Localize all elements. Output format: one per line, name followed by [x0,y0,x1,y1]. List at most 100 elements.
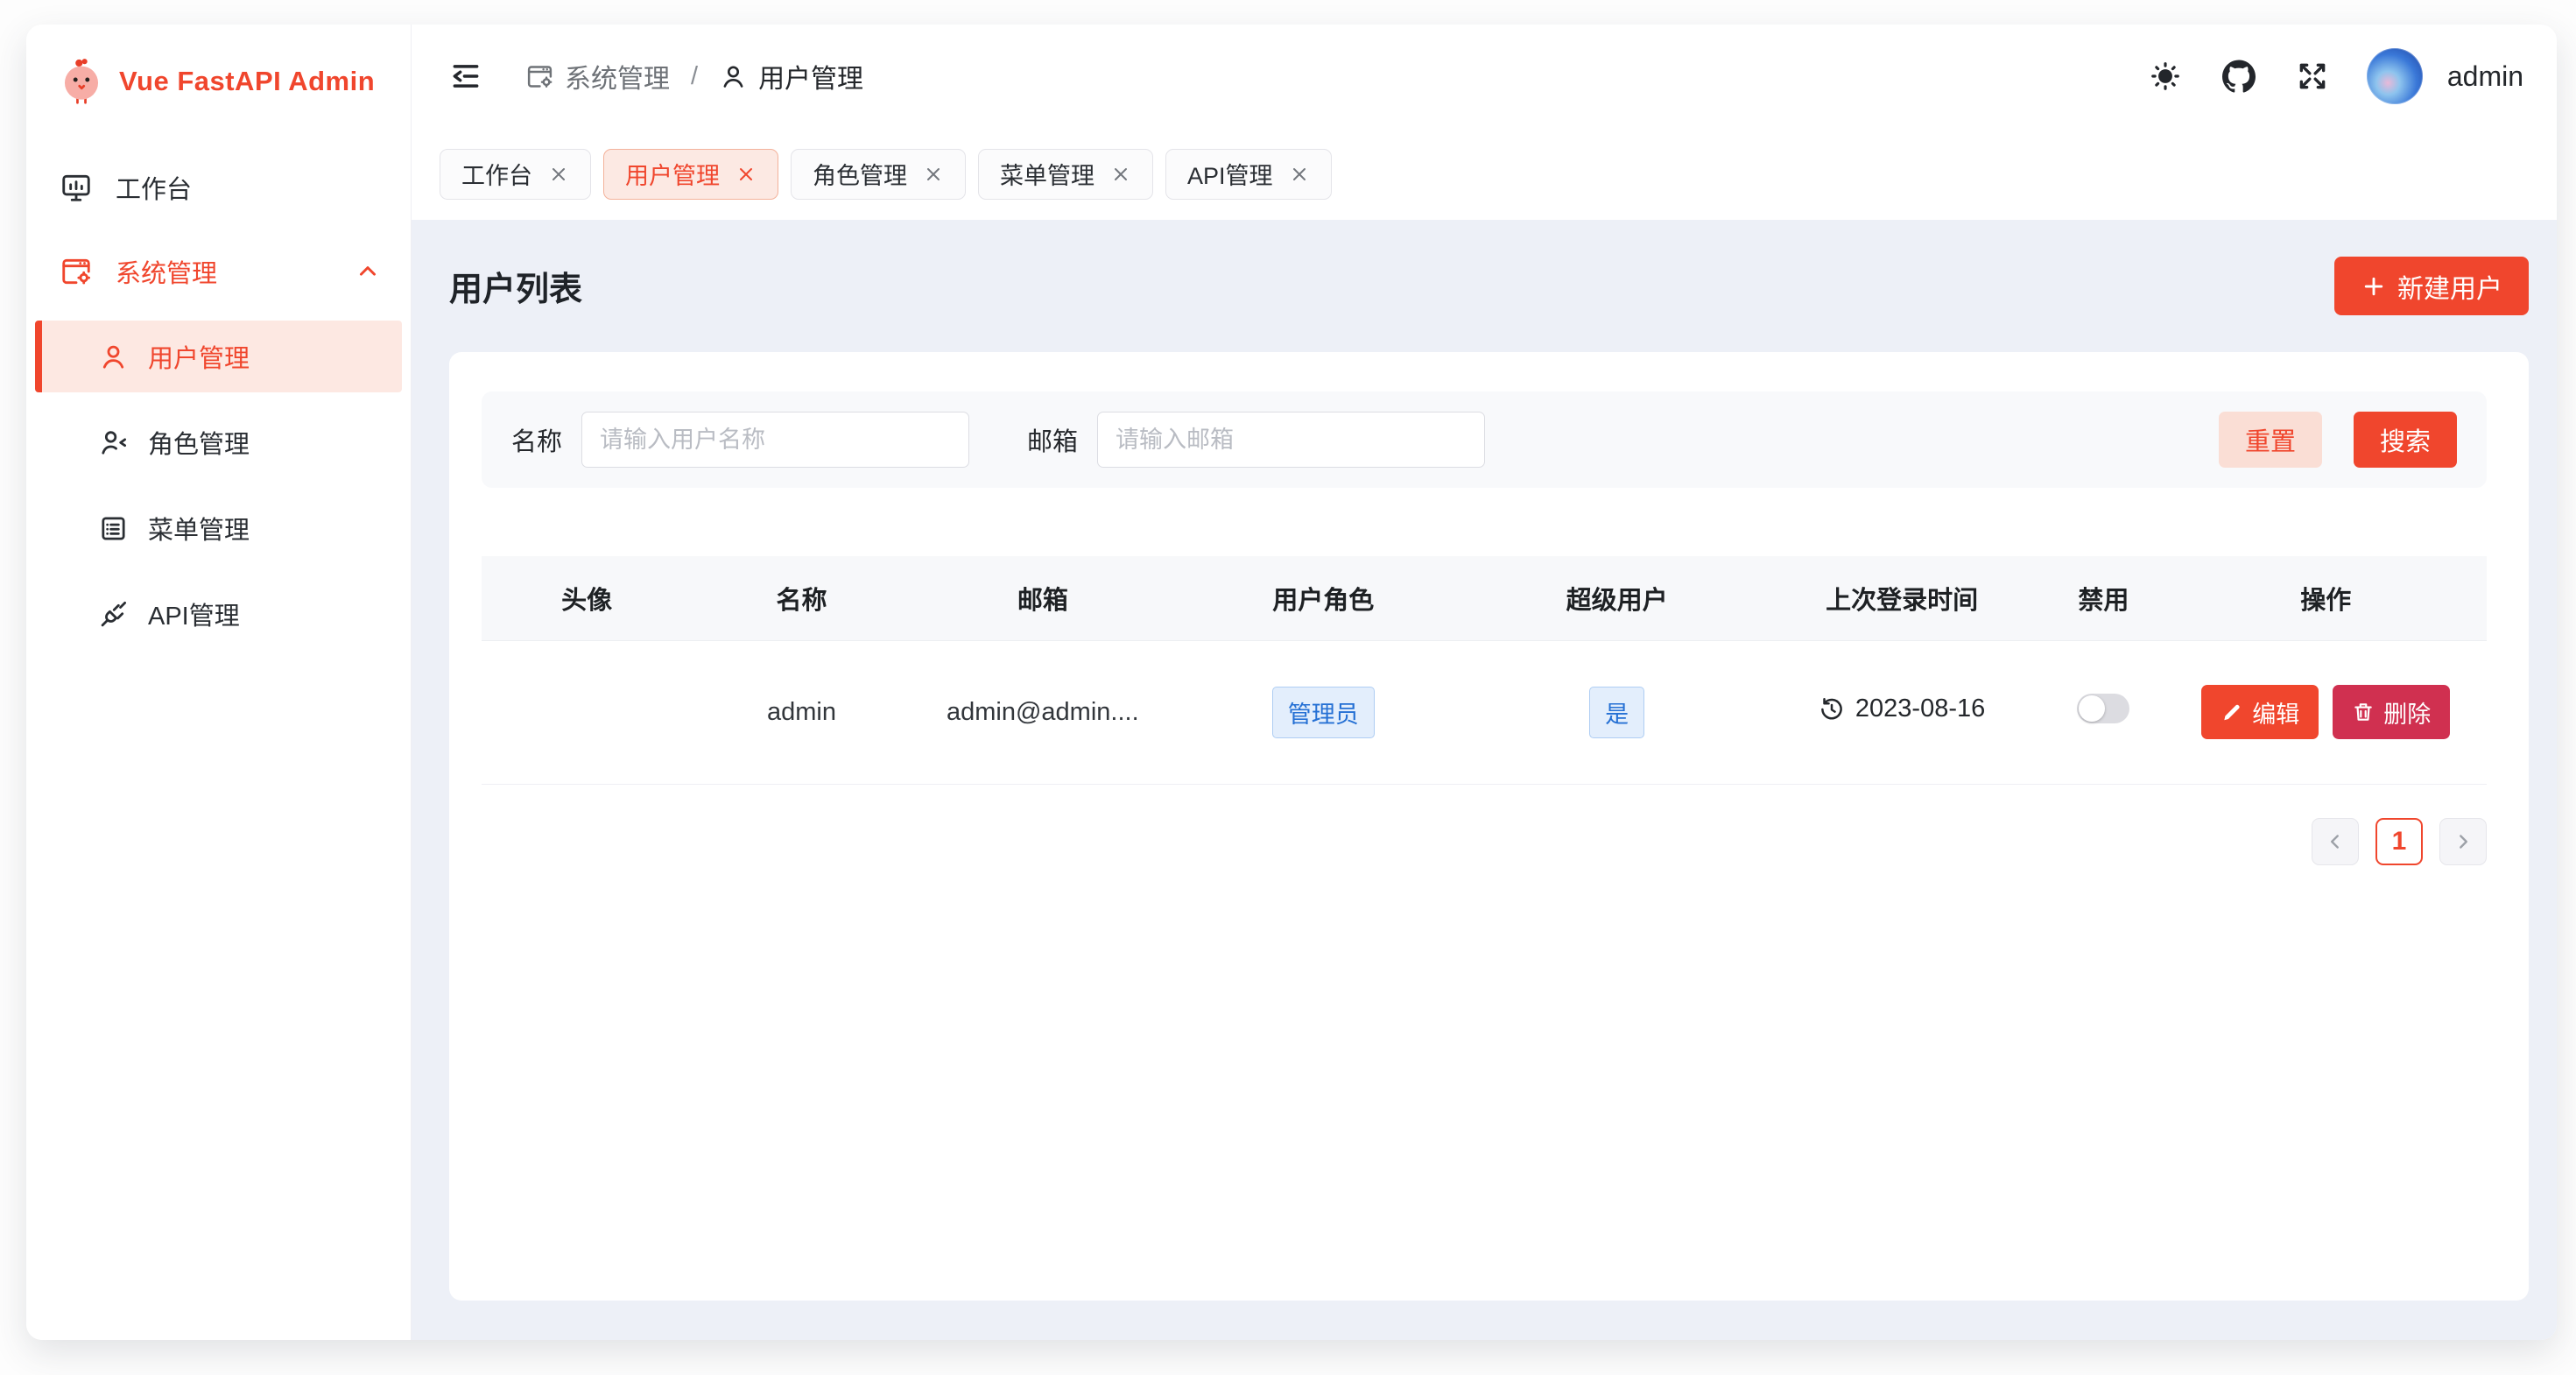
app-window: Vue FastAPI Admin 工作台 [26,25,2557,1340]
close-icon[interactable] [735,164,757,185]
breadcrumb-separator: / [691,62,698,91]
history-clock-icon [1819,696,1845,723]
search-button[interactable]: 搜索 [2354,412,2457,468]
chevron-left-icon [2324,830,2347,853]
content-area: 用户列表 新建用户 名称 邮箱 重置 搜索 [412,220,2557,1340]
topbar-actions: admin [2146,48,2523,104]
tab-label: 用户管理 [625,157,720,191]
column-header-superuser: 超级用户 [1472,556,1761,640]
collapse-sidebar-icon[interactable] [447,57,485,95]
column-header-email: 邮箱 [911,556,1174,640]
page-title: 用户列表 [449,262,582,310]
tab-label: API管理 [1187,157,1273,191]
next-page-button[interactable] [2439,818,2487,865]
main-area: 系统管理 / 用户管理 [412,25,2557,1340]
avatar[interactable] [2367,48,2423,104]
plug-icon [98,599,129,630]
reset-button[interactable]: 重置 [2219,412,2322,468]
users-table: 头像 名称 邮箱 用户角色 超级用户 上次登录时间 禁用 操作 [482,556,2487,785]
close-icon[interactable] [1289,164,1310,185]
column-header-last-login: 上次登录时间 [1762,556,2042,640]
app-title: Vue FastAPI Admin [119,66,375,97]
column-header-actions: 操作 [2164,556,2487,640]
pagination: 1 [482,818,2487,865]
window-gear-icon [525,62,554,91]
disabled-toggle[interactable] [2077,694,2129,723]
table-header-row: 头像 名称 邮箱 用户角色 超级用户 上次登录时间 禁用 操作 [482,556,2487,640]
logo-chicken-icon [56,54,107,109]
cell-avatar [482,640,692,784]
email-filter-input[interactable] [1097,412,1485,468]
content-card: 名称 邮箱 重置 搜索 [449,352,2529,1301]
last-login-date: 2023-08-16 [1855,695,1985,723]
previous-page-button[interactable] [2312,818,2359,865]
filter-panel: 名称 邮箱 重置 搜索 [482,391,2487,488]
sidebar: Vue FastAPI Admin 工作台 [26,25,412,1340]
sidebar-item-label: 系统管理 [116,253,217,290]
sidebar-submenu: 用户管理 角色管理 [26,314,411,657]
sidebar-item-label: 菜单管理 [148,510,250,546]
github-icon[interactable] [2220,57,2258,95]
username[interactable]: admin [2447,60,2523,93]
trash-icon [2352,701,2375,723]
close-icon[interactable] [548,164,569,185]
cell-actions: 编辑 删除 [2164,640,2487,784]
window-gear-icon [60,255,93,288]
name-filter-label: 名称 [511,421,562,458]
breadcrumb-system-management[interactable]: 系统管理 [525,57,670,95]
sidebar-item-system-management[interactable]: 系统管理 [26,236,411,307]
cell-superuser: 是 [1472,640,1761,784]
user-icon [719,62,748,91]
breadcrumb-label: 系统管理 [565,57,670,95]
chevron-right-icon [2452,830,2474,853]
column-header-disabled: 禁用 [2042,556,2164,640]
sidebar-item-user-management[interactable]: 用户管理 [35,321,402,392]
menu-list-icon [98,513,129,544]
email-filter-label: 邮箱 [1027,421,1078,458]
breadcrumb-user-management[interactable]: 用户管理 [719,57,863,95]
edit-button[interactable]: 编辑 [2201,685,2319,739]
role-icon [98,427,129,458]
topbar: 系统管理 / 用户管理 [412,25,2557,128]
close-icon[interactable] [1110,164,1131,185]
cell-last-login: 2023-08-16 [1762,640,2042,784]
cell-name: admin [692,640,911,784]
theme-sun-icon[interactable] [2146,57,2185,95]
tab-role-management[interactable]: 角色管理 [791,149,966,200]
tab-user-management[interactable]: 用户管理 [603,149,778,200]
logo[interactable]: Vue FastAPI Admin [26,25,411,138]
tab-menu-management[interactable]: 菜单管理 [978,149,1153,200]
sidebar-item-label: 角色管理 [148,424,250,461]
screen: Vue FastAPI Admin 工作台 [0,0,2576,1375]
superuser-tag: 是 [1589,687,1644,738]
sidebar-item-label: API管理 [148,596,240,632]
fullscreen-icon[interactable] [2293,57,2332,95]
user-icon [98,342,129,372]
plus-icon [2361,273,2387,300]
monitor-icon [60,171,93,204]
pencil-icon [2221,701,2243,723]
sidebar-item-menu-management[interactable]: 菜单管理 [35,492,402,564]
breadcrumb: 系统管理 / 用户管理 [525,57,863,95]
cell-role: 管理员 [1174,640,1472,784]
close-icon[interactable] [923,164,944,185]
tab-label: 菜单管理 [1000,157,1094,191]
tab-api-management[interactable]: API管理 [1165,149,1332,200]
page-number-button[interactable]: 1 [2375,818,2423,865]
column-header-avatar: 头像 [482,556,692,640]
sidebar-item-workbench[interactable]: 工作台 [26,152,411,223]
new-user-button[interactable]: 新建用户 [2334,257,2529,315]
column-header-name: 名称 [692,556,911,640]
delete-button[interactable]: 删除 [2333,685,2450,739]
cell-email: admin@admin.... [911,640,1174,784]
name-filter-input[interactable] [581,412,969,468]
table-row: admin admin@admin.... 管理员 是 [482,640,2487,784]
sidebar-item-role-management[interactable]: 角色管理 [35,406,402,478]
role-tag: 管理员 [1272,687,1375,738]
column-header-role: 用户角色 [1174,556,1472,640]
tab-label: 工作台 [461,157,532,191]
sidebar-item-api-management[interactable]: API管理 [35,578,402,650]
tab-label: 角色管理 [813,157,907,191]
breadcrumb-label: 用户管理 [758,57,863,95]
tab-workbench[interactable]: 工作台 [440,149,591,200]
